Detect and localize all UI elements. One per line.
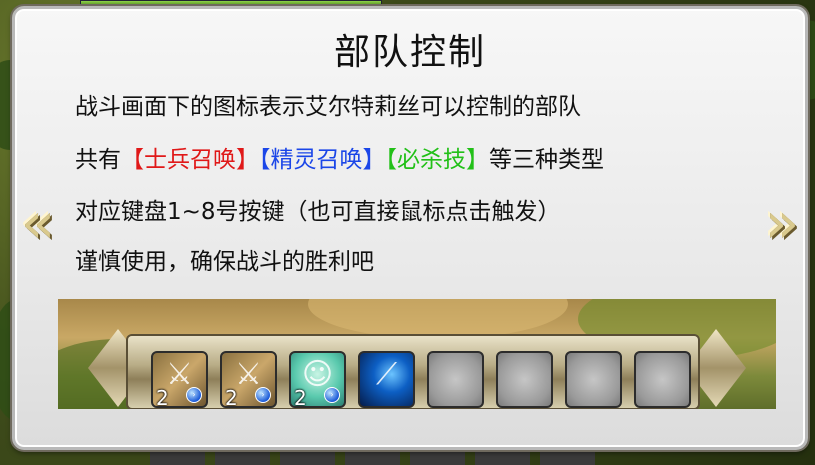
dialog-title: 部队控制	[333, 32, 486, 73]
background-slot	[280, 450, 335, 465]
description-line-2: 共有【士兵召唤】【精灵召唤】【必杀技】等三种类型	[75, 140, 604, 174]
background-slot	[345, 450, 400, 465]
background-slot	[410, 450, 465, 465]
cooldown-orb-icon: ›	[255, 387, 271, 403]
soldier-bracket-close: 】	[236, 147, 259, 173]
background-slot	[150, 450, 205, 465]
soldier-summon-label: 士兵召唤	[144, 147, 236, 173]
cooldown-orb-icon: ›	[186, 387, 202, 403]
background-slot	[475, 450, 530, 465]
description-line-4: 谨慎使用，确保战斗的胜利吧	[75, 249, 374, 275]
slot-count: 2	[156, 386, 169, 408]
types-prefix: 共有	[75, 147, 121, 173]
types-suffix: 等三种类型	[489, 147, 604, 173]
skill-bar-preview: ⚔ 2 › ⚔ 2 › ☺ 2 › ⟋	[58, 299, 776, 409]
preview-ground	[308, 299, 568, 339]
blue-slash-icon: ⟋	[376, 357, 397, 392]
skill-slot-5[interactable]	[427, 351, 484, 408]
cooldown-orb-icon: ›	[324, 387, 340, 403]
special-skill-label: 必杀技	[397, 147, 466, 173]
spirit-bracket-open: 【	[259, 147, 271, 173]
spirit-bracket-close: 】	[362, 147, 386, 173]
description-line-1: 战斗画面下的图标表示艾尔特莉丝可以控制的部队	[75, 94, 581, 120]
description-line-3: 对应键盘1~8号按键（也可直接鼠标点击触发）	[75, 199, 561, 225]
background-slot	[215, 450, 270, 465]
background-slot	[540, 450, 595, 465]
skill-slot-4[interactable]: ⟋	[358, 351, 415, 408]
slot-count: 2	[225, 386, 238, 408]
tutorial-dialog: 部队控制 战斗画面下的图标表示艾尔特莉丝可以控制的部队 共有【士兵召唤】【精灵召…	[12, 6, 808, 450]
skill-slot-1[interactable]: ⚔ 2 ›	[151, 351, 208, 408]
skill-slot-2[interactable]: ⚔ 2 ›	[220, 351, 277, 408]
soldier-bracket-open: 【	[121, 147, 144, 173]
skill-slot-6[interactable]	[496, 351, 553, 408]
chevron-right-icon[interactable]: »	[760, 196, 804, 252]
skill-slot-8[interactable]	[634, 351, 691, 408]
chevron-left-icon[interactable]: «	[16, 196, 60, 252]
special-bracket-close: 】	[466, 147, 489, 173]
slot-count: 2	[294, 386, 307, 408]
skill-slot-3[interactable]: ☺ 2 ›	[289, 351, 346, 408]
game-screen: 部队控制 战斗画面下的图标表示艾尔特莉丝可以控制的部队 共有【士兵召唤】【精灵召…	[0, 0, 815, 465]
background-skill-bar	[150, 450, 630, 465]
skill-slots: ⚔ 2 › ⚔ 2 › ☺ 2 › ⟋	[151, 351, 691, 408]
skill-slot-7[interactable]	[565, 351, 622, 408]
special-bracket-open: 【	[385, 147, 398, 173]
spirit-summon-label: 精灵召唤	[270, 147, 363, 173]
